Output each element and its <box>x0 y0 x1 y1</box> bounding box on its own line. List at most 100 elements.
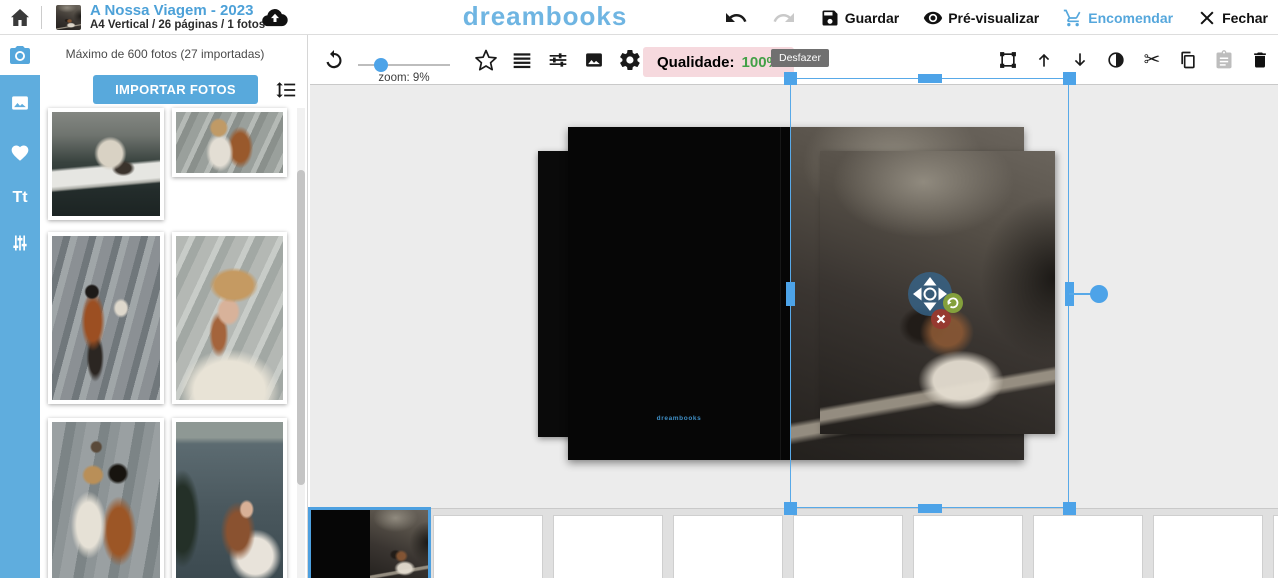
cart-icon <box>1063 8 1083 28</box>
send-backward-button[interactable] <box>1068 48 1092 72</box>
header-actions: Guardar Pré-visualizar Encomendar Fechar <box>724 0 1268 35</box>
paste-icon <box>1214 50 1234 70</box>
dreambooks-logo: dreambooks <box>455 1 635 32</box>
image-fill-button[interactable] <box>582 48 606 72</box>
photo-thumbnail-couple-selfie[interactable] <box>48 418 164 578</box>
rotate-handle[interactable] <box>1090 285 1108 303</box>
page-thumb-8[interactable] <box>1153 515 1263 578</box>
arrow-up-icon <box>1034 50 1054 70</box>
project-info: A Nossa Viagem - 2023 A4 Vertical / 26 p… <box>90 2 265 32</box>
bring-forward-button[interactable] <box>1032 48 1056 72</box>
home-button[interactable] <box>6 4 34 32</box>
delete-button[interactable] <box>1248 48 1272 72</box>
zoom-slider-track[interactable] <box>358 64 450 66</box>
image-move-controls[interactable] <box>895 259 969 333</box>
rotate-view-button[interactable] <box>322 48 346 72</box>
home-icon <box>8 6 32 30</box>
tune-vertical-icon <box>10 233 30 253</box>
crop-frame-icon <box>998 50 1018 70</box>
photo-image <box>52 112 160 216</box>
photos-panel: Máximo de 600 fotos (27 importadas) IMPO… <box>40 35 308 578</box>
scrollbar-thumb[interactable] <box>297 170 305 485</box>
import-photos-button[interactable]: IMPORTAR FOTOS <box>93 75 258 104</box>
contrast-button[interactable] <box>1104 48 1128 72</box>
copy-button[interactable] <box>1176 48 1200 72</box>
camera-icon <box>8 43 32 67</box>
sidebar-item-layouts[interactable] <box>0 83 40 123</box>
sidebar-item-adjust[interactable] <box>0 223 40 263</box>
sidebar-item-photos[interactable] <box>0 35 40 75</box>
photo-image <box>176 112 283 173</box>
page-thumb-9[interactable] <box>1273 515 1278 578</box>
text-icon: Tt <box>12 189 27 207</box>
photo-thumbnail-woman-in-boat[interactable] <box>48 108 164 220</box>
photo-thumbnail-woman-tan-hat[interactable] <box>172 232 287 404</box>
close-button[interactable]: Fechar <box>1197 8 1268 28</box>
zoom-slider[interactable]: zoom: 9% <box>358 43 450 81</box>
page-thumb-7[interactable] <box>1033 515 1143 578</box>
project-thumbnail <box>56 5 81 30</box>
cover-brand-text: dreambooks <box>568 415 790 422</box>
handle-bottom-center[interactable] <box>918 504 942 513</box>
close-icon <box>1197 8 1217 28</box>
photo-image <box>176 422 283 578</box>
undo-button[interactable] <box>724 6 748 30</box>
preview-label: Pré-visualizar <box>948 10 1039 26</box>
layouts-button[interactable] <box>510 48 534 72</box>
divider <box>41 6 42 29</box>
cloud-sync-icon[interactable] <box>260 3 290 33</box>
page-thumb-6[interactable] <box>913 515 1023 578</box>
settings-button[interactable] <box>618 48 642 72</box>
left-sidebar: Tt <box>0 35 40 578</box>
photo-image <box>176 236 283 400</box>
favorite-button[interactable] <box>474 48 498 72</box>
adjust-button[interactable] <box>546 48 570 72</box>
order-button[interactable]: Encomendar <box>1063 8 1173 28</box>
cut-button[interactable]: ✂ <box>1140 48 1164 72</box>
copy-icon <box>1178 50 1198 70</box>
photo-thumbnail-man-leaning-rocks[interactable] <box>48 232 164 404</box>
tune-icon <box>548 50 568 70</box>
photo-thumbnail-woman-by-lake[interactable] <box>172 418 287 578</box>
photo-thumbnail-couple-marble-wall[interactable] <box>172 108 287 177</box>
gear-icon <box>618 48 642 72</box>
contrast-icon <box>1106 50 1126 70</box>
save-label: Guardar <box>845 10 899 26</box>
scissors-icon: ✂ <box>1144 50 1161 70</box>
cover-thumb-front <box>370 510 429 578</box>
handle-top-center[interactable] <box>918 74 942 83</box>
page-thumb-cover-selected[interactable] <box>308 507 431 578</box>
rotate-icon <box>322 48 346 72</box>
handle-middle-right[interactable] <box>1065 282 1074 306</box>
eye-icon <box>923 8 943 28</box>
page-thumb-5[interactable] <box>793 515 903 578</box>
rotate-image-button[interactable] <box>943 293 963 313</box>
sidebar-item-text[interactable]: Tt <box>0 178 40 218</box>
redo-button[interactable] <box>772 6 796 30</box>
handle-bottom-left[interactable] <box>784 502 797 515</box>
page-thumb-3[interactable] <box>553 515 663 578</box>
trash-icon <box>1250 50 1270 70</box>
quality-label: Qualidade: <box>657 54 735 71</box>
photo-image <box>52 422 160 578</box>
paste-button[interactable] <box>1212 48 1236 72</box>
page-thumb-4[interactable] <box>673 515 783 578</box>
handle-middle-left[interactable] <box>786 282 795 306</box>
sort-order-icon[interactable] <box>275 79 297 101</box>
save-icon <box>820 8 840 28</box>
handle-bottom-right[interactable] <box>1063 502 1076 515</box>
crop-frame-button[interactable] <box>996 48 1020 72</box>
star-icon <box>474 48 498 72</box>
photo-image <box>52 236 160 400</box>
preview-button[interactable]: Pré-visualizar <box>923 8 1039 28</box>
arrow-down-icon <box>1070 50 1090 70</box>
photo-limit-text: Máximo de 600 fotos (27 importadas) <box>40 47 290 61</box>
page-thumb-2[interactable] <box>433 515 543 578</box>
project-title: A Nossa Viagem - 2023 <box>90 2 265 19</box>
dreambooks-editor: A Nossa Viagem - 2023 A4 Vertical / 26 p… <box>0 0 1278 578</box>
save-button[interactable]: Guardar <box>820 8 899 28</box>
handle-top-right[interactable] <box>1063 72 1076 85</box>
handle-top-left[interactable] <box>784 72 797 85</box>
sidebar-item-favorites[interactable] <box>0 133 40 173</box>
zoom-slider-knob[interactable] <box>374 58 388 72</box>
